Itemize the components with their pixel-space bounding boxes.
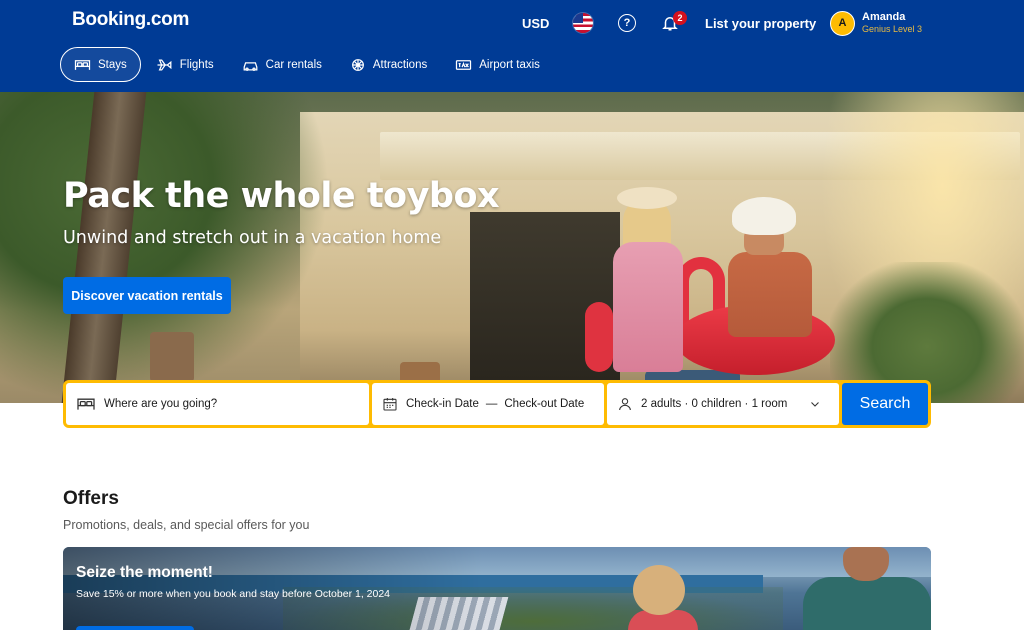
top-header: Booking.com USD ? 2 List your property A… bbox=[0, 0, 1024, 92]
hero-girl-figure bbox=[605, 187, 687, 377]
tab-label: Car rentals bbox=[265, 58, 322, 71]
us-flag-icon bbox=[573, 13, 593, 33]
car-icon bbox=[243, 61, 258, 71]
language-selector[interactable] bbox=[573, 0, 593, 46]
figure-part bbox=[803, 577, 931, 630]
bed-icon bbox=[77, 398, 95, 410]
tab-label: Attractions bbox=[372, 58, 428, 71]
tab-label: Airport taxis bbox=[479, 58, 540, 71]
help-button[interactable]: ? bbox=[618, 0, 636, 46]
figure-part bbox=[617, 187, 677, 209]
date-picker-field[interactable]: Check-in Date — Check-out Date bbox=[372, 383, 604, 425]
offers-heading: Offers bbox=[63, 488, 119, 509]
destination-placeholder: Where are you going? bbox=[104, 398, 218, 410]
bed-icon bbox=[74, 59, 91, 70]
product-nav: Stays Flights Car rentals Attractions Ai… bbox=[60, 47, 555, 82]
calendar-icon bbox=[383, 398, 397, 411]
guests-field[interactable]: 2 adults · 0 children · 1 room bbox=[607, 383, 839, 425]
user-name: Amanda bbox=[862, 10, 906, 23]
offers-subtitle: Promotions, deals, and special offers fo… bbox=[63, 518, 310, 532]
person-icon bbox=[619, 398, 631, 411]
attractions-icon bbox=[351, 58, 364, 71]
search-bar: Where are you going? Check-in Date — Che… bbox=[63, 380, 931, 428]
promo-card[interactable]: Seize the moment! Save 15% or more when … bbox=[63, 547, 931, 630]
promo-text: Save 15% or more when you book and stay … bbox=[76, 588, 391, 600]
figure-part bbox=[732, 197, 796, 235]
discover-vacation-rentals-button[interactable]: Discover vacation rentals bbox=[63, 277, 231, 314]
plane-icon bbox=[157, 58, 172, 71]
figure-part bbox=[613, 242, 683, 372]
tab-label: Flights bbox=[179, 58, 214, 71]
figure-part bbox=[633, 565, 685, 615]
list-property-link[interactable]: List your property bbox=[705, 0, 816, 46]
notifications-badge: 2 bbox=[673, 11, 687, 25]
checkout-date: Check-out Date bbox=[504, 398, 585, 410]
hero-plant-pot bbox=[150, 332, 194, 382]
question-icon: ? bbox=[618, 14, 636, 32]
destination-field[interactable]: Where are you going? bbox=[66, 383, 369, 425]
notifications-button[interactable]: 2 bbox=[661, 0, 687, 46]
tab-flights[interactable]: Flights bbox=[143, 47, 227, 82]
hero-banner: Pack the whole toybox Unwind and stretch… bbox=[0, 92, 1024, 403]
tab-airport-taxis[interactable]: Airport taxis bbox=[442, 47, 553, 82]
tab-attractions[interactable]: Attractions bbox=[337, 47, 440, 82]
promo-man-figure bbox=[803, 547, 931, 630]
tab-car-rentals[interactable]: Car rentals bbox=[229, 47, 335, 82]
promo-woman-figure bbox=[623, 565, 703, 630]
figure-part bbox=[843, 547, 889, 581]
guests-summary: 2 adults · 0 children · 1 room bbox=[641, 398, 788, 410]
avatar: A bbox=[830, 10, 855, 36]
hero-subtitle: Unwind and stretch out in a vacation hom… bbox=[63, 228, 442, 248]
tab-stays[interactable]: Stays bbox=[60, 47, 141, 82]
date-separator: — bbox=[485, 398, 498, 410]
figure-part bbox=[728, 252, 812, 337]
promo-title: Seize the moment! bbox=[76, 564, 213, 581]
promo-cta-button[interactable] bbox=[76, 626, 194, 630]
genius-level: Genius Level 3 bbox=[862, 24, 923, 35]
booking-logo[interactable]: Booking.com bbox=[72, 9, 189, 31]
hero-boy-figure bbox=[720, 197, 820, 387]
user-menu[interactable]: A Amanda Genius Level 3 bbox=[830, 0, 922, 46]
tab-label: Stays bbox=[98, 58, 127, 71]
checkin-date: Check-in Date bbox=[406, 398, 479, 410]
hero-title: Pack the whole toybox bbox=[63, 176, 500, 216]
currency-selector[interactable]: USD bbox=[522, 0, 549, 46]
taxi-icon bbox=[456, 59, 472, 70]
chevron-down-icon bbox=[811, 402, 819, 407]
search-button[interactable]: Search bbox=[842, 383, 928, 425]
